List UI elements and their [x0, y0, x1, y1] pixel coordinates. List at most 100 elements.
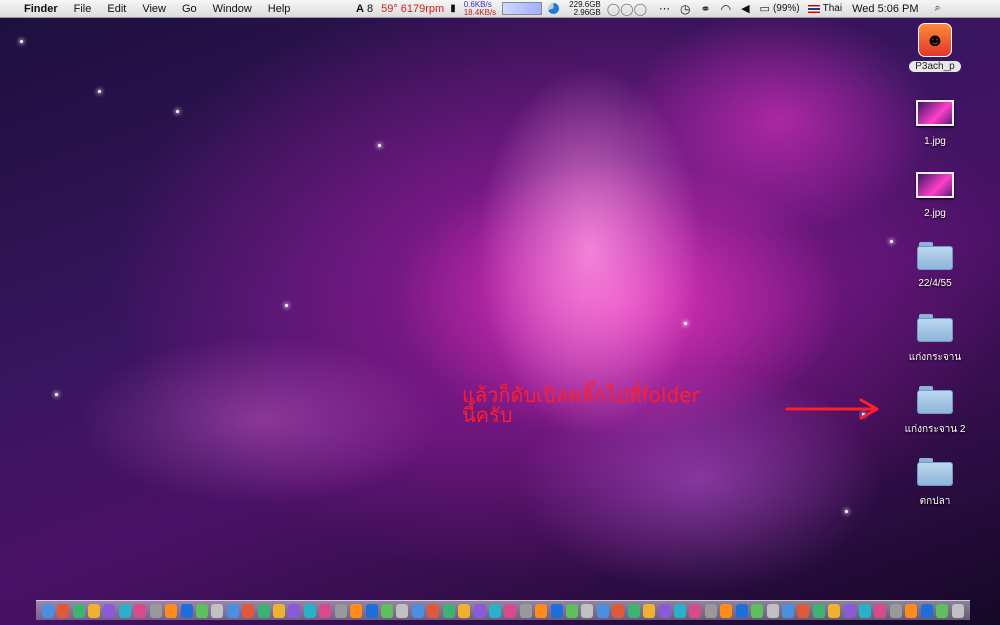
folder-icon	[917, 386, 953, 414]
dock-app-icon[interactable]	[380, 604, 393, 618]
menu-view[interactable]: View	[134, 3, 174, 15]
dock-app-icon[interactable]	[87, 604, 100, 618]
dock-app-icon[interactable]	[257, 604, 270, 618]
dock-app-icon[interactable]	[72, 604, 85, 618]
dock-app-icon[interactable]	[242, 604, 255, 618]
sync-icon[interactable]: ⋯	[659, 2, 670, 15]
dock-app-icon[interactable]	[643, 604, 656, 618]
dock-app-icon[interactable]	[720, 604, 733, 618]
dock-app-icon[interactable]	[828, 604, 841, 618]
desktop-icon-2-jpg[interactable]: 2.jpg	[900, 172, 970, 219]
status-area: A 8 59° 6179rpm ▮ 0.6KB/s 18.4KB/s 229.6…	[356, 0, 941, 17]
dock-app-icon[interactable]	[658, 604, 671, 618]
dock-app-icon[interactable]	[566, 604, 579, 618]
dock-app-icon[interactable]	[134, 604, 147, 618]
dock-app-icon[interactable]	[396, 604, 409, 618]
clock-dials-icon[interactable]: ◯◯◯	[607, 2, 647, 16]
desktop-folder-kaeng-krachan[interactable]: แก่งกระจาน	[900, 314, 970, 365]
dock-app-icon[interactable]	[674, 604, 686, 618]
dock-app-icon[interactable]	[889, 604, 902, 618]
battery-icon[interactable]: ▭	[760, 2, 770, 15]
dock-app-icon[interactable]	[427, 604, 440, 618]
disk-free: 2.96GB	[573, 7, 601, 17]
dock-app-icon[interactable]	[689, 604, 702, 618]
thai-flag-icon[interactable]	[807, 4, 820, 13]
dock-app-icon[interactable]	[180, 604, 193, 618]
dock-app-icon[interactable]	[504, 604, 517, 618]
dock-app-icon[interactable]	[319, 604, 332, 618]
dock-app-icon[interactable]	[273, 604, 286, 618]
dock-app-icon[interactable]	[951, 604, 964, 618]
app-menu-finder[interactable]: Finder	[16, 3, 66, 15]
menu-file[interactable]: File	[66, 3, 100, 15]
wifi-icon[interactable]: ◠	[721, 2, 731, 16]
dock-app-icon[interactable]	[920, 604, 933, 618]
dock-app-icon[interactable]	[550, 604, 563, 618]
menu-window[interactable]: Window	[205, 3, 260, 15]
dock-app-icon[interactable]	[766, 604, 779, 618]
dock-app-icon[interactable]	[118, 604, 131, 618]
disk-meter[interactable]: 229.6GB 2.96GB	[569, 0, 601, 17]
desktop-folder-tok-pla[interactable]: ตกปลา	[900, 458, 970, 509]
dock-app-icon[interactable]	[303, 604, 316, 618]
dock-app-icon[interactable]	[781, 604, 794, 618]
dock-app-icon[interactable]	[859, 604, 872, 618]
desktop-icon-label: 1.jpg	[924, 136, 946, 147]
dock-app-icon[interactable]	[612, 604, 625, 618]
input-language[interactable]: Thai	[823, 3, 842, 14]
dock-app-icon[interactable]	[334, 604, 347, 618]
time-machine-icon[interactable]: ◷	[680, 2, 690, 16]
cpu-pie-icon[interactable]	[548, 3, 560, 14]
star	[98, 90, 101, 93]
dock-app-icon[interactable]	[735, 604, 748, 618]
dock-app-icon[interactable]	[519, 604, 532, 618]
volume-icon[interactable]: ◀	[741, 2, 749, 15]
desktop-icon-1-jpg[interactable]: 1.jpg	[900, 100, 970, 147]
dock-app-icon[interactable]	[211, 604, 224, 618]
dock-app-icon[interactable]	[843, 604, 856, 618]
dock-app-icon[interactable]	[57, 604, 70, 618]
adobe-icon[interactable]: A	[356, 3, 364, 15]
desktop-folder-22-4-55[interactable]: 22/4/55	[900, 242, 970, 289]
menu-edit[interactable]: Edit	[99, 3, 134, 15]
menu-go[interactable]: Go	[174, 3, 205, 15]
dock-app-icon[interactable]	[905, 604, 918, 618]
app-icon: ☻	[918, 23, 952, 57]
dock-app-icon[interactable]	[627, 604, 640, 618]
usb-icon[interactable]: ▮	[450, 3, 456, 14]
dock-app-icon[interactable]	[365, 604, 378, 618]
spotlight-search-icon[interactable]: ⌕	[935, 2, 941, 15]
dock-app-icon[interactable]	[535, 604, 548, 618]
dock-app-icon[interactable]	[704, 604, 717, 618]
dock-app-icon[interactable]	[411, 604, 424, 618]
menu-help[interactable]: Help	[260, 3, 299, 15]
battery-percent[interactable]: (99%)	[773, 3, 800, 14]
dock-app-icon[interactable]	[473, 604, 486, 618]
desktop-icon-p3ach[interactable]: ☻ P3ach_p	[900, 23, 970, 72]
dock-app-icon[interactable]	[581, 604, 594, 618]
dock-app-icon[interactable]	[195, 604, 208, 618]
dock-app-icon[interactable]	[165, 604, 178, 618]
binoculars-icon[interactable]: ⚭	[701, 2, 711, 16]
dock-app-icon[interactable]	[350, 604, 363, 618]
activity-graph-icon[interactable]	[502, 2, 543, 15]
dock-app-icon[interactable]	[288, 604, 301, 618]
dock-app-icon[interactable]	[442, 604, 455, 618]
adobe-badge: 8	[366, 2, 374, 15]
dock-app-icon[interactable]	[751, 604, 764, 618]
dock-app-icon[interactable]	[149, 604, 162, 618]
dock-app-icon[interactable]	[596, 604, 609, 618]
clock[interactable]: Wed 5:06 PM	[852, 3, 918, 15]
temp-fan-readout[interactable]: 59° 6179rpm	[381, 3, 444, 15]
dock-app-icon[interactable]	[41, 604, 54, 618]
dock-app-icon[interactable]	[812, 604, 825, 618]
dock-app-icon[interactable]	[488, 604, 501, 618]
dock-app-icon[interactable]	[874, 604, 887, 618]
dock-app-icon[interactable]	[458, 604, 471, 618]
desktop-folder-kaeng-krachan-2[interactable]: แก่งกระจาน 2	[900, 386, 970, 437]
dock-app-icon[interactable]	[103, 604, 116, 618]
dock-app-icon[interactable]	[226, 604, 239, 618]
dock-app-icon[interactable]	[797, 604, 810, 618]
network-meter[interactable]: 0.6KB/s 18.4KB/s	[464, 0, 496, 17]
dock-app-icon[interactable]	[936, 604, 949, 618]
